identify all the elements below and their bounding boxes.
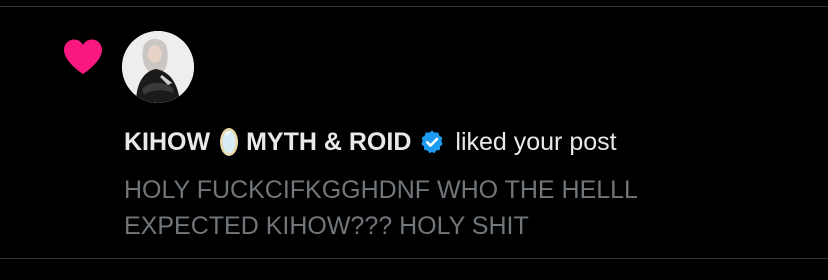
user-name-part2[interactable]: MYTH & ROID — [246, 128, 411, 157]
user-name-part1[interactable]: KIHOW — [124, 128, 210, 157]
notification-header: KIHOW MYTH & ROID liked your post — [124, 124, 617, 160]
heart-icon — [62, 38, 104, 76]
post-text[interactable]: HOLY FUCKCIFKGGHDNF WHO THE HELLL EXPECT… — [124, 172, 804, 244]
top-divider — [0, 6, 828, 7]
mirror-icon — [218, 126, 240, 158]
action-text: liked your post — [455, 127, 617, 156]
bottom-divider — [0, 258, 828, 259]
verified-badge-icon — [419, 129, 445, 155]
avatar[interactable] — [122, 31, 194, 103]
